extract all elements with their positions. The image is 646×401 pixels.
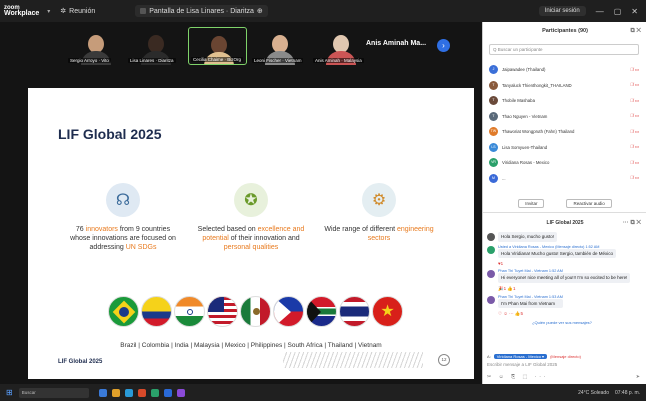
colombia-flag-icon [141, 296, 172, 327]
presentation-slide: LIF Global 2025 ☊ 76 innovators from 9 c… [28, 88, 474, 379]
minimize-button[interactable]: — [596, 7, 604, 16]
south-africa-flag-icon [306, 296, 337, 327]
chat-controls-icon[interactable]: ··· ⧉ ✕ [623, 216, 641, 230]
next-page-button[interactable]: › [437, 39, 450, 52]
popout-close-icon[interactable]: ⧉ ✕ [630, 22, 641, 40]
recipient-selector[interactable]: A: Viridiana Rosas - Mexico ▾ (Mensaje d… [487, 354, 581, 359]
folder-icon[interactable] [111, 388, 120, 397]
gears-icon: ⚙ [362, 183, 396, 217]
zoom-logo: zoom Workplace [4, 5, 40, 17]
slide-title: LIF Global 2025 [58, 126, 162, 142]
participants-header: Participantes (90) ⧉ ✕ [483, 22, 646, 40]
avatar [487, 295, 495, 304]
participant-search-input[interactable]: Q Buscar un participante [489, 44, 639, 55]
participant-row[interactable]: LS Lisa Somyuen-Thailand 🎙̸ ▭ [489, 140, 639, 156]
shared-screen: LIF Global 2025 ☊ 76 innovators from 9 c… [0, 74, 482, 384]
muted-mic-icon: 🎙̸ ▭ [630, 66, 639, 72]
reaction-badge[interactable]: ♡ ☺ ··· 👍5 [498, 311, 637, 317]
malaysia-flag-icon [207, 296, 238, 327]
maximize-button[interactable]: ▢ [614, 7, 622, 16]
muted-mic-icon: 🎙̸ ▭ [630, 97, 639, 103]
country-list: Brazil | Colombia | India | Malaysia | M… [120, 342, 382, 349]
chat-tools[interactable]: ✂ ☺ ⎘ ⬚ ··· [487, 374, 549, 380]
muted-mic-icon: 🎙̸ ▭ [630, 113, 639, 119]
chat-message: Phan Thi Tuyet Mai - Vietnam 1:53 AM I'm … [487, 295, 637, 308]
thailand-flag-icon [339, 296, 370, 327]
country-flags: ★ [108, 296, 403, 327]
app-icon[interactable] [98, 388, 107, 397]
gear-icon: ✲ [60, 8, 67, 15]
participant-row[interactable]: VR Viridiana Rosas - Mexico 🎙̸ ▭ [489, 155, 639, 171]
browser-icon[interactable] [124, 388, 133, 397]
chat-messages: Hola Sergio, mucho gusto! Usted a Viridi… [487, 232, 637, 325]
participant-list: J Jaipawadee (Thailand) 🎙̸ ▭ T Tanyaluck Th… [489, 62, 639, 186]
avatar [487, 233, 495, 241]
video-tile-active[interactable]: Cecilia Chaime · BizOrg [188, 27, 247, 65]
taskbar-apps [98, 388, 185, 397]
muted-mic-icon: 🎙̸ ▭ [630, 128, 639, 134]
slide-footer-title: LIF Global 2025 [58, 359, 103, 365]
video-strip: Sergio Arroyo · Vito Lisa Linares · Diar… [0, 22, 482, 74]
participant-row[interactable]: TW Thaworiat Wongpruth (Fahn) Thailand 🎙̸ … [489, 124, 639, 140]
video-tile[interactable]: Anis Aminah · Malaysia [311, 27, 370, 65]
sectors-column: ⚙ Wide range of different engineering se… [324, 183, 434, 243]
award-icon: ✪ [234, 183, 268, 217]
video-tile[interactable]: Lisa Linares · Diaritza [126, 27, 185, 65]
decorative-stripes [283, 352, 423, 368]
meeting-menu[interactable]: ✲ Reunión [60, 7, 95, 16]
avatar [487, 270, 495, 278]
app-icon[interactable] [137, 388, 146, 397]
weather-status[interactable]: 24°C Soleado [578, 390, 609, 396]
close-button[interactable]: ✕ [631, 7, 638, 16]
avatar [487, 245, 495, 254]
innovators-column: ☊ 76 innovators from 9 countries whose i… [68, 183, 178, 252]
chat-message: Phan Thi Tuyet Mai - Vietnam 1:52 AM Hi e… [487, 269, 637, 283]
active-speaker-name: Anis Aminah Ma... [366, 40, 427, 47]
chat-header: LIF Global 2025 ··· ⧉ ✕ [483, 216, 646, 230]
participant-row[interactable]: T Tanyaluck Thienthongkit_THAILAND 🎙̸ ▭ [489, 78, 639, 94]
chat-message: Usted a Viridiana Rosas - Mexico (Mensaj… [487, 245, 637, 258]
video-tile[interactable]: Leoni Fischer · Vietnam [250, 27, 309, 65]
windows-start-icon[interactable]: ⊞ [6, 388, 13, 397]
participant-row[interactable]: M... 🎙̸ ▭ [489, 171, 639, 187]
chevron-down-icon[interactable]: ▾ [47, 8, 50, 15]
reaction-badge[interactable]: ♥1 [498, 261, 637, 266]
zoom-icon: ⊕ [256, 8, 263, 15]
philippines-flag-icon [273, 296, 304, 327]
zoom-icon[interactable] [163, 388, 172, 397]
clock[interactable]: 07:48 p. m. [615, 390, 640, 396]
unmute-all-button[interactable]: Reactivar audio [566, 199, 612, 208]
app-icon[interactable] [176, 388, 185, 397]
mexico-flag-icon [240, 296, 271, 327]
app-icon[interactable] [150, 388, 159, 397]
slide-page-number: 12 [438, 354, 450, 366]
video-tile[interactable]: Sergio Arroyo · Vito [66, 27, 125, 65]
brazil-flag-icon [108, 296, 139, 327]
vietnam-flag-icon: ★ [372, 296, 403, 327]
muted-mic-icon: 🎙̸ ▭ [630, 159, 639, 165]
taskbar-search-input[interactable]: Buscar [18, 387, 89, 398]
participant-row[interactable]: T Thao Nguyen - Vietnam 🎙̸ ▭ [489, 109, 639, 125]
screen-share-indicator[interactable]: Pantalla de Lisa Linares · Diaritza ⊕ [135, 5, 268, 17]
india-flag-icon [174, 296, 205, 327]
signin-button[interactable]: Iniciar sesión [538, 6, 586, 16]
selection-column: ✪ Selected based on excellence and poten… [196, 183, 306, 252]
network-icon: ☊ [106, 183, 140, 217]
muted-mic-icon: 🎙̸ ▭ [630, 175, 639, 181]
muted-mic-icon: 🎙̸ ▭ [630, 82, 639, 88]
participant-row[interactable]: T Thobile Mashaba 🎙̸ ▭ [489, 93, 639, 109]
participant-row[interactable]: J Jaipawadee (Thailand) 🎙̸ ▭ [489, 62, 639, 78]
reaction-badge[interactable]: 🎉1 👍1 [498, 286, 637, 292]
invite-button[interactable]: Invitar [518, 199, 545, 208]
title-bar: zoom Workplace ▾ ✲ Reunión Pantalla de L… [0, 0, 646, 22]
chat-input[interactable]: Escribir mensaje a LIF Global 2025 [487, 362, 641, 371]
screen-share-icon [140, 8, 147, 14]
taskbar: ⊞ Buscar 24°C Soleado 07:48 p. m. [0, 384, 646, 401]
panel-divider [483, 212, 646, 213]
send-icon[interactable]: ➤ [636, 374, 640, 380]
privacy-link[interactable]: ¿Quién puede ver sus mensajes? [487, 320, 637, 325]
muted-mic-icon: 🎙̸ ▭ [630, 144, 639, 150]
side-panel: Participantes (90) ⧉ ✕ Q Buscar un parti… [482, 22, 646, 384]
chat-message: Hola Sergio, mucho gusto! [487, 232, 637, 242]
